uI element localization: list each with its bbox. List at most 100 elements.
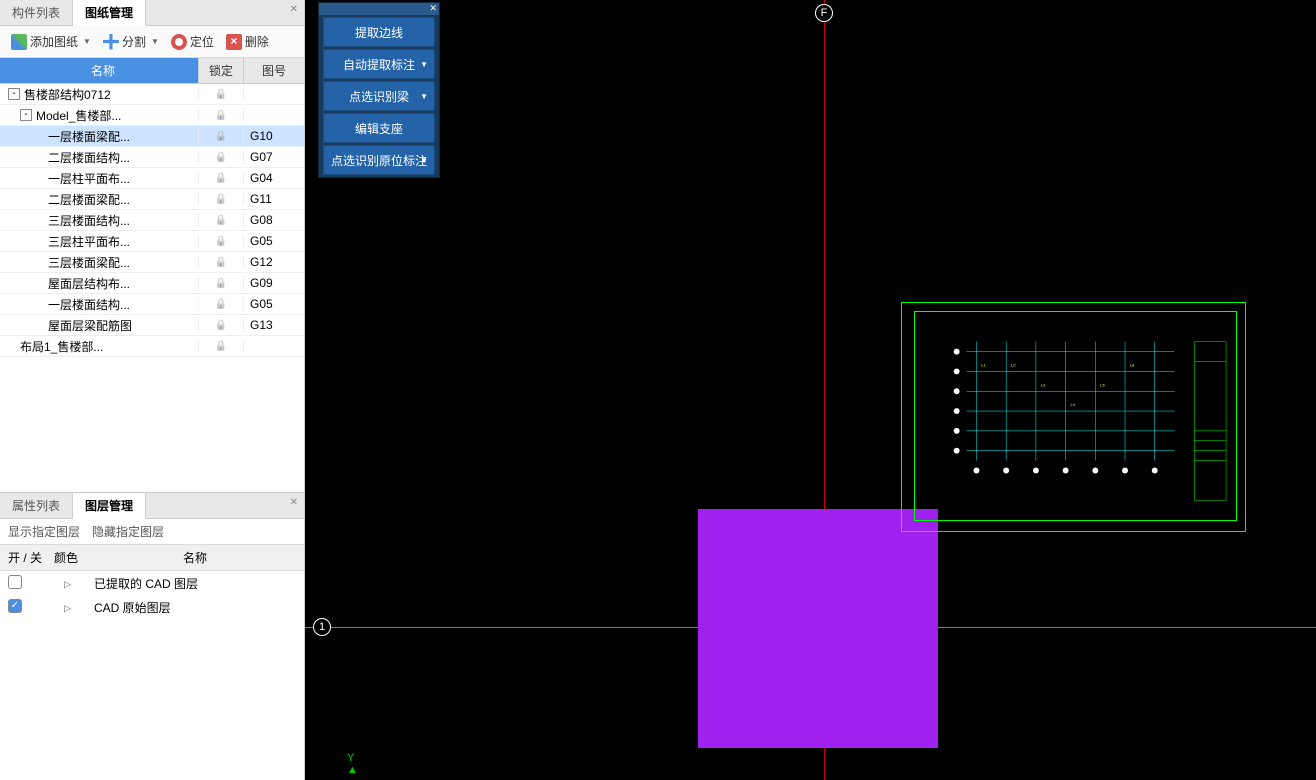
show-layer-tab[interactable]: 显示指定图层 <box>8 523 80 540</box>
lock-icon <box>215 88 227 100</box>
btn-label: 点选识别梁 <box>349 88 409 105</box>
tree-cell-lock[interactable] <box>198 214 244 226</box>
layer-checkbox[interactable] <box>8 575 22 589</box>
tree-label: 二层楼面结构... <box>48 149 130 166</box>
delete-button[interactable]: 删除 <box>221 30 274 53</box>
tree-cell-lock[interactable] <box>198 298 244 310</box>
tree-cell-num: G09 <box>244 276 304 290</box>
edit-support-button[interactable]: 编辑支座 <box>323 113 435 143</box>
hide-layer-tab[interactable]: 隐藏指定图层 <box>92 523 164 540</box>
tree-cell-lock[interactable] <box>198 277 244 289</box>
grid-header: 名称 锁定 图号 <box>0 58 304 84</box>
lock-icon <box>215 319 227 331</box>
tree-row[interactable]: 三层柱平面布...G05 <box>0 231 304 252</box>
layer-subtabs: 显示指定图层 隐藏指定图层 <box>0 519 304 544</box>
panel-close-icon[interactable]: ✕ <box>286 497 302 508</box>
tree-cell-lock[interactable] <box>198 256 244 268</box>
tab-attr-list[interactable]: 属性列表 <box>0 493 73 518</box>
tab-component-list[interactable]: 构件列表 <box>0 0 73 25</box>
split-button[interactable]: 分割 ▼ <box>98 30 164 53</box>
top-tabs: 构件列表 图纸管理 ✕ <box>0 0 304 26</box>
tree-cell-name: 二层楼面结构... <box>0 149 198 166</box>
tree-toggle-icon[interactable]: - <box>8 88 20 100</box>
add-icon <box>11 34 27 50</box>
tree-cell-name: 一层楼面结构... <box>0 296 198 313</box>
tree-label: Model_售楼部... <box>36 107 121 124</box>
tree-label: 三层柱平面布... <box>48 233 130 250</box>
lock-icon <box>215 298 227 310</box>
tree-cell-lock[interactable] <box>198 109 244 121</box>
point-select-beam-button[interactable]: 点选识别梁 ▼ <box>323 81 435 111</box>
tree-toggle-icon[interactable]: - <box>20 109 32 121</box>
delete-label: 删除 <box>245 33 269 50</box>
tree-cell-lock[interactable] <box>198 130 244 142</box>
point-select-inplace-annotation-button[interactable]: 点选识别原位标注 ▼ <box>323 145 435 175</box>
tree-row[interactable]: -Model_售楼部... <box>0 105 304 126</box>
extract-edge-button[interactable]: 提取边线 <box>323 17 435 47</box>
caret-icon: ▼ <box>151 37 159 46</box>
tab-drawing-mgmt[interactable]: 图纸管理 <box>73 0 146 26</box>
add-drawing-button[interactable]: 添加图纸 ▼ <box>6 30 96 53</box>
lock-icon <box>215 277 227 289</box>
auto-extract-annotation-button[interactable]: 自动提取标注 ▼ <box>323 49 435 79</box>
layer-row[interactable]: ▷ CAD 原始图层 <box>0 595 304 619</box>
layer-list: ▷ 已提取的 CAD 图层 ▷ CAD 原始图层 <box>0 571 304 619</box>
tree-row[interactable]: 二层楼面梁配...G11 <box>0 189 304 210</box>
float-close-icon[interactable]: ✕ <box>429 3 437 14</box>
caret-icon: ▼ <box>420 156 428 165</box>
drawing-thumbnail: L1L2L3 L4L5L6 <box>901 302 1246 532</box>
tab-layer-mgmt[interactable]: 图层管理 <box>73 493 146 519</box>
axis-label-1: 1 <box>313 618 331 636</box>
tree-row[interactable]: 屋面层结构布... G09 <box>0 273 304 294</box>
tree-row[interactable]: 三层楼面梁配...G12 <box>0 252 304 273</box>
expand-icon[interactable]: ▷ <box>64 603 71 613</box>
tree-row[interactable]: 一层楼面梁配...G10 <box>0 126 304 147</box>
svg-text:L6: L6 <box>1130 362 1135 367</box>
panel-close-icon[interactable]: ✕ <box>286 4 302 15</box>
tree-cell-num: G10 <box>244 129 304 143</box>
tree-cell-name: 二层楼面梁配... <box>0 191 198 208</box>
expand-icon[interactable]: ▷ <box>64 579 71 589</box>
layer-name: CAD 原始图层 <box>94 599 171 616</box>
tree-row[interactable]: 布局1_售楼部... <box>0 336 304 357</box>
caret-icon: ▼ <box>83 37 91 46</box>
tree-row[interactable]: 屋面层梁配筋图G13 <box>0 315 304 336</box>
tree-cell-lock[interactable] <box>198 319 244 331</box>
tree-cell-name: -售楼部结构0712 <box>4 86 198 103</box>
tree-cell-lock[interactable] <box>198 88 244 100</box>
tree-cell-lock[interactable] <box>198 193 244 205</box>
tree-cell-num: G12 <box>244 255 304 269</box>
tree-cell-lock[interactable] <box>198 340 244 352</box>
float-toolbar: ✕ 提取边线 自动提取标注 ▼ 点选识别梁 ▼ 编辑支座 点选识别原位标注 ▼ <box>318 2 440 178</box>
tree-label: 一层柱平面布... <box>48 170 130 187</box>
tree-row[interactable]: 三层楼面结构...G08 <box>0 210 304 231</box>
btn-label: 自动提取标注 <box>343 56 415 73</box>
tree-cell-lock[interactable] <box>198 172 244 184</box>
drawing-toolbar: 添加图纸 ▼ 分割 ▼ 定位 删除 <box>0 26 304 58</box>
model-box <box>698 509 938 748</box>
delete-icon <box>226 34 242 50</box>
svg-text:L4: L4 <box>1071 402 1076 407</box>
drawing-panel: 构件列表 图纸管理 ✕ 添加图纸 ▼ 分割 ▼ 定位 <box>0 0 304 493</box>
lock-icon <box>215 130 227 142</box>
tree-label: 屋面层结构布... <box>48 275 130 292</box>
cad-canvas[interactable]: ✕ 提取边线 自动提取标注 ▼ 点选识别梁 ▼ 编辑支座 点选识别原位标注 ▼ … <box>305 0 1316 780</box>
tree-row[interactable]: 二层楼面结构...G07 <box>0 147 304 168</box>
layer-row[interactable]: ▷ 已提取的 CAD 图层 <box>0 571 304 595</box>
drawing-tree: -售楼部结构0712-Model_售楼部...一层楼面梁配...G10二层楼面结… <box>0 84 304 357</box>
svg-text:L5: L5 <box>1100 382 1105 387</box>
layer-col-onoff: 开 / 关 <box>8 549 54 566</box>
locate-button[interactable]: 定位 <box>166 30 219 53</box>
y-axis-marker: Y ▲ <box>347 752 358 776</box>
svg-text:L3: L3 <box>1041 382 1046 387</box>
tree-row[interactable]: 一层柱平面布...G04 <box>0 168 304 189</box>
layer-name: 已提取的 CAD 图层 <box>94 575 198 592</box>
add-drawing-label: 添加图纸 <box>30 33 78 50</box>
float-toolbar-title[interactable]: ✕ <box>319 3 439 15</box>
tree-cell-lock[interactable] <box>198 151 244 163</box>
layer-checkbox[interactable] <box>8 599 22 613</box>
layer-col-name: 名称 <box>94 549 296 566</box>
tree-row[interactable]: -售楼部结构0712 <box>0 84 304 105</box>
tree-row[interactable]: 一层楼面结构...G05 <box>0 294 304 315</box>
tree-cell-lock[interactable] <box>198 235 244 247</box>
